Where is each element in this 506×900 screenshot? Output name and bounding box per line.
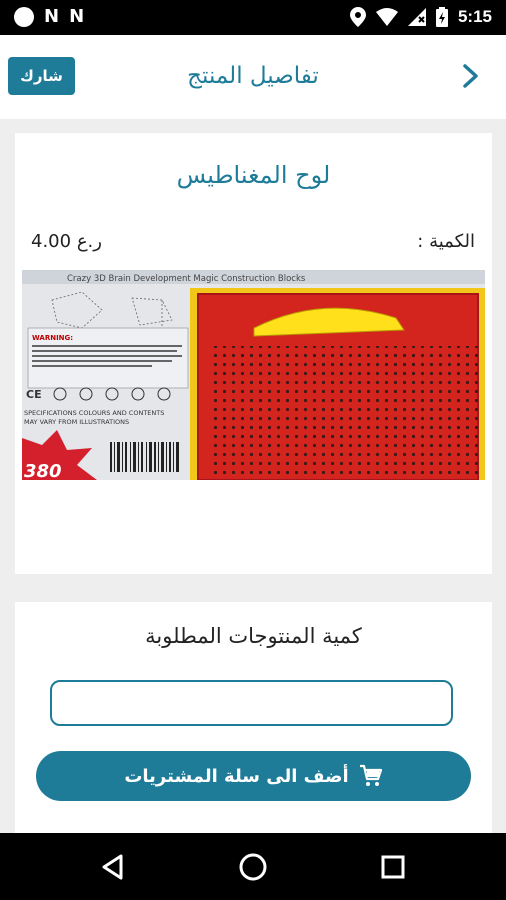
image-top-banner: Crazy 3D Brain Development Magic Constru… [67,274,306,284]
image-corner-number: 380 [24,461,62,480]
cart-icon [359,764,382,786]
system-nav-bar [0,833,506,900]
status-bar: N N 5:15 [0,0,506,35]
n-icon: N [44,6,60,27]
page-title: تفاصيل المنتج [187,63,319,89]
product-image: Crazy 3D Brain Development Magic Constru… [22,270,485,480]
quantity-input[interactable] [50,680,453,726]
recents-square-icon[interactable] [377,851,409,883]
add-to-cart-button[interactable]: أضف الى سلة المشتريات [36,751,471,801]
order-quantity-heading: كمية المنتوجات المطلوبة [145,624,362,648]
circle-icon [14,7,34,27]
image-spec-line-2: MAY VARY FROM ILLUSTRATIONS [24,418,129,426]
image-spec-line-1: SPECIFICATIONS COLOURS AND CONTENTS [24,409,164,417]
image-warning-label: WARNING: [32,334,73,342]
product-card: لوح المغناطيس الكمية : 4.00 ر.ع Crazy 3D… [15,133,492,574]
n-icon: N [69,6,85,27]
battery-icon [435,7,448,27]
product-name: لوح المغناطيس [176,161,331,189]
add-to-cart-label: أضف الى سلة المشتريات [124,765,349,787]
location-icon [349,7,366,27]
home-circle-icon[interactable] [237,851,269,883]
wifi-icon [375,8,398,26]
status-time: 5:15 [457,7,492,26]
order-card: كمية المنتوجات المطلوبة أضف الى سلة المش… [15,602,492,842]
app-bar: شارك تفاصيل المنتج [0,35,506,119]
back-triangle-icon[interactable] [97,851,129,883]
chevron-right-icon[interactable] [456,61,486,91]
quantity-label: الكمية : [417,231,475,252]
product-price: 4.00 ر.ع [31,231,102,252]
svg-text:CE: CE [26,388,42,401]
signal-icon [407,8,426,26]
